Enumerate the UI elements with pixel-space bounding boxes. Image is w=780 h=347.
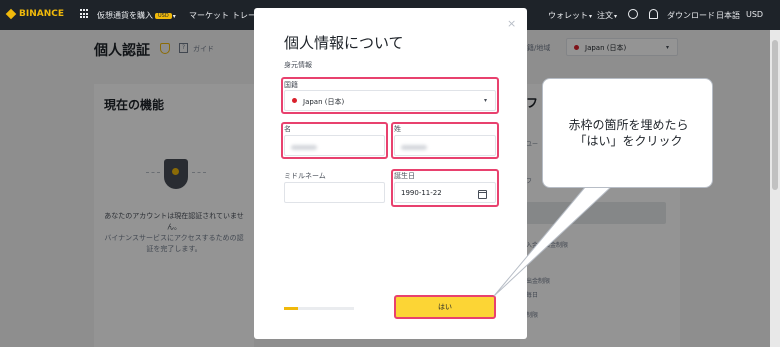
- nav-language[interactable]: 日本語: [716, 10, 740, 21]
- profile-icon[interactable]: [628, 9, 638, 19]
- middle-name-input[interactable]: [284, 182, 385, 203]
- nav-markets[interactable]: マーケット: [189, 10, 229, 21]
- nav-wallet-label: ウォレット: [548, 11, 588, 20]
- first-name-value-redacted: [291, 145, 317, 150]
- middle-name-label: ミドルネーム: [284, 172, 326, 180]
- chevron-down-icon: ▾: [483, 97, 487, 104]
- binance-logo[interactable]: BINANCE: [5, 8, 64, 20]
- nav-buy-crypto-label: 仮想通貨を購入: [97, 11, 153, 20]
- dob-input[interactable]: 1990-11-22: [394, 182, 496, 203]
- apps-grid-icon[interactable]: [80, 9, 90, 19]
- dob-value: 1990-11-22: [401, 189, 442, 197]
- dob-label: 誕生日: [394, 172, 415, 180]
- yes-button[interactable]: はい: [394, 295, 496, 319]
- modal-title: 個人情報について: [284, 34, 404, 52]
- chevron-down-icon: ▾: [614, 13, 618, 20]
- close-icon[interactable]: ×: [507, 17, 516, 30]
- binance-logo-icon: [5, 8, 17, 20]
- nationality-label: 国籍: [284, 81, 298, 89]
- last-name-value-redacted: [401, 145, 427, 150]
- nav-buy-crypto[interactable]: 仮想通貨を購入 USD ▾: [97, 10, 176, 21]
- last-name-input[interactable]: [394, 135, 496, 156]
- step-progress: [284, 307, 354, 310]
- identity-section-label: 身元情報: [284, 61, 312, 69]
- callout-line-1: 赤枠の箇所を埋めたら: [568, 118, 689, 132]
- nationality-value: Japan (日本): [303, 98, 345, 106]
- bell-icon[interactable]: [649, 9, 658, 19]
- nav-orders-label: 注文: [597, 11, 613, 20]
- nav-download[interactable]: ダウンロード: [667, 10, 715, 21]
- logo-text: BINANCE: [19, 9, 64, 19]
- first-name-input[interactable]: [284, 135, 385, 156]
- callout-line-2: 「はい」をクリック: [574, 134, 683, 148]
- nav-buy-badge: USD: [155, 13, 172, 19]
- instruction-callout: 赤枠の箇所を埋めたら 「はい」をクリック: [542, 78, 713, 188]
- chevron-down-icon: ▾: [589, 13, 593, 20]
- nationality-select[interactable]: Japan (日本) ▾: [284, 90, 496, 111]
- nav-orders[interactable]: 注文▾: [597, 10, 617, 21]
- personal-info-modal: × 個人情報について 身元情報 国籍 Japan (日本) ▾ 名 姓 ミドルネ…: [254, 8, 527, 339]
- nav-currency[interactable]: USD: [746, 10, 763, 19]
- nav-wallet[interactable]: ウォレット▾: [548, 10, 592, 21]
- step-progress-fill: [284, 307, 298, 310]
- last-name-label: 姓: [394, 125, 401, 133]
- nav-trade[interactable]: トレー: [232, 10, 256, 21]
- calendar-icon[interactable]: [478, 190, 487, 199]
- first-name-label: 名: [284, 125, 291, 133]
- callout-text: 赤枠の箇所を埋めたら 「はい」をクリック: [543, 117, 714, 149]
- chevron-down-icon: ▾: [172, 13, 176, 20]
- scrollbar-thumb[interactable]: [772, 40, 778, 190]
- japan-flag-icon: [292, 98, 297, 103]
